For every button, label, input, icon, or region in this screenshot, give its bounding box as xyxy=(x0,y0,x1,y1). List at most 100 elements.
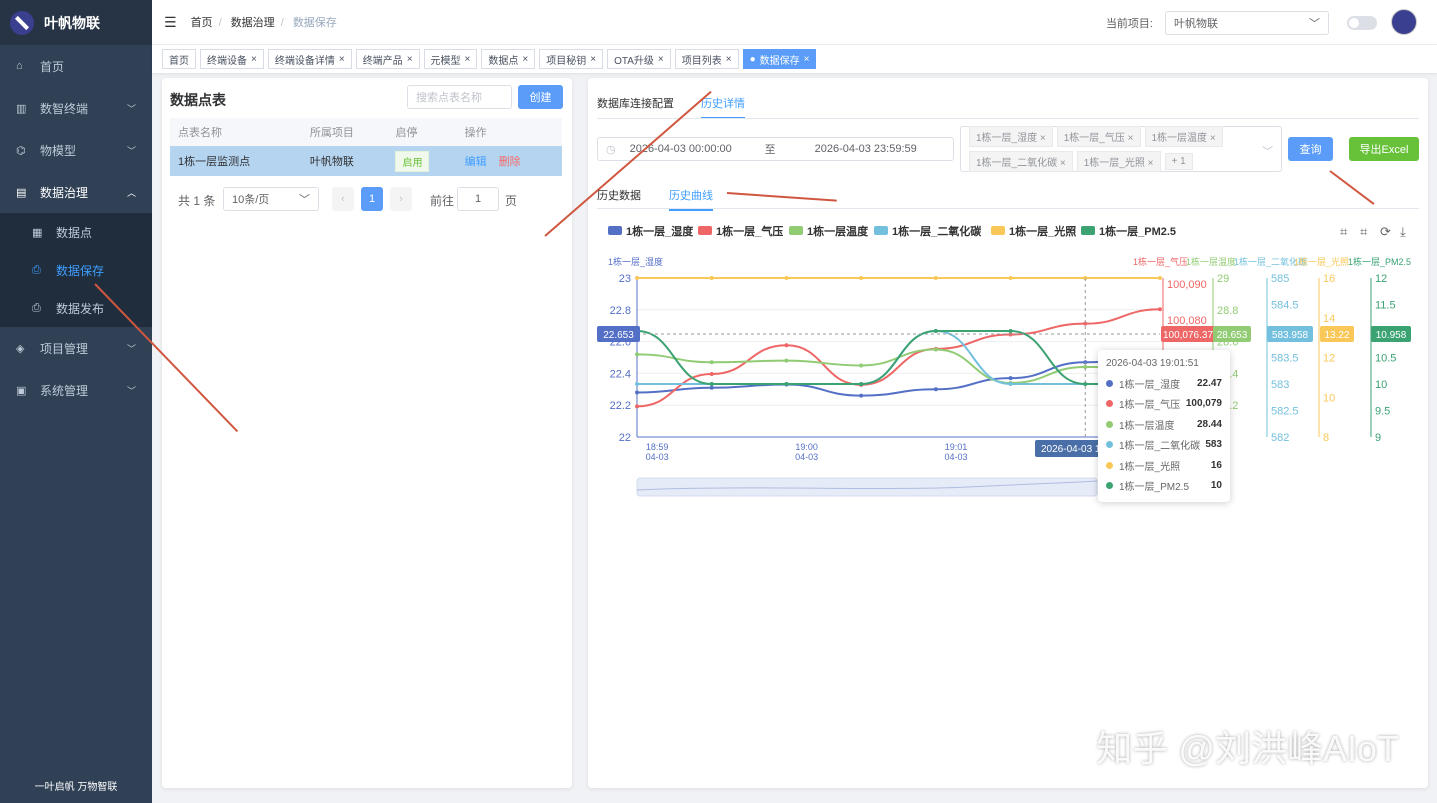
sidebar-item-model[interactable]: ⌬ 物模型 ﹀ xyxy=(0,129,152,171)
search-input[interactable]: 搜索点表名称 xyxy=(407,85,512,109)
x-tick-label: 04-03 xyxy=(795,452,818,462)
create-button[interactable]: 创建 xyxy=(518,85,563,109)
tag-item[interactable]: 项目秘钥 × xyxy=(539,49,604,69)
sidebar-item-data-governance[interactable]: ▤ 数据治理 ︿ xyxy=(0,171,152,213)
y-tick-label: 23 xyxy=(619,273,631,285)
close-icon[interactable]: × xyxy=(1210,133,1216,144)
tag-label: 终端设备 xyxy=(207,55,247,67)
slogan: 一叶启帆 万物智联 xyxy=(34,782,118,793)
sidebar-item-data-save[interactable]: ⎙ 数据保存 xyxy=(0,251,152,289)
column-header: 启停 xyxy=(387,118,457,146)
close-icon[interactable]: × xyxy=(407,54,413,65)
theme-toggle[interactable] xyxy=(1347,16,1377,30)
end-date[interactable]: 2026-04-03 23:59:59 xyxy=(815,143,917,155)
close-icon[interactable]: × xyxy=(804,54,810,65)
sidebar-item-home[interactable]: ⌂ 首页 xyxy=(0,45,152,87)
selected-series-chip[interactable]: 1栋一层_二氧化碳 × xyxy=(969,151,1073,172)
selected-series-chip[interactable]: + 1 xyxy=(1164,153,1193,170)
series-dot-icon xyxy=(1106,420,1113,428)
breadcrumb-item[interactable]: 首页 xyxy=(191,17,213,29)
tag-label: OTA升级 xyxy=(614,55,654,67)
tag-item[interactable]: 数据点 × xyxy=(481,49,536,69)
status-badge: 启用 xyxy=(395,150,430,172)
data-point xyxy=(709,360,714,365)
cell-name: 1栋一层监测点 xyxy=(170,146,302,176)
history-chart[interactable]: 1栋一层_湿度 1栋一层_气压 1栋一层温度 1栋一层_二氧化碳 1栋一层_光照 1栋一层… xyxy=(588,215,1428,515)
y-tick-label: 10 xyxy=(1323,392,1335,404)
tag-item[interactable]: 终端设备 × xyxy=(200,49,264,69)
tag-item[interactable]: 终端设备详情 × xyxy=(267,49,352,69)
sidebar-item-system[interactable]: ▣ 系统管理 ﹀ xyxy=(0,369,152,411)
sidebar-item-terminal[interactable]: ▥ 数智终端 ﹀ xyxy=(0,87,152,129)
menu-toggle-icon[interactable]: ☰ xyxy=(164,14,177,31)
document-icon: ▤ xyxy=(16,186,27,199)
app-name: 叶帆物联 xyxy=(44,14,100,31)
breadcrumb-item[interactable]: 数据治理 xyxy=(231,17,275,29)
tag-item[interactable]: 项目列表 × xyxy=(674,49,739,69)
y-axis-name: 1栋一层_气压 xyxy=(1133,256,1188,267)
close-icon[interactable]: × xyxy=(522,54,528,65)
goto-page-input[interactable]: 1 xyxy=(457,187,499,211)
chevron-down-icon: ﹀ xyxy=(126,343,136,354)
close-icon[interactable]: × xyxy=(339,54,345,65)
date-range-picker[interactable]: ◷ 2026-04-03 00:00:00 至 2026-04-03 23:59… xyxy=(597,137,954,161)
close-icon[interactable]: × xyxy=(1040,133,1046,144)
page-size-select[interactable]: 10条/页 ﹀ xyxy=(223,187,319,211)
data-point xyxy=(1008,276,1013,280)
export-excel-button[interactable]: 导出Excel xyxy=(1349,137,1419,161)
close-icon[interactable]: × xyxy=(1128,133,1134,144)
data-point xyxy=(1008,329,1013,333)
close-icon[interactable]: × xyxy=(658,54,664,65)
tag-item[interactable]: OTA升级 × xyxy=(607,49,671,69)
delete-link[interactable]: 删除 xyxy=(499,156,521,168)
close-icon[interactable]: × xyxy=(590,54,596,65)
model-icon: ⌬ xyxy=(16,144,26,157)
app-logo[interactable]: 叶帆物联 xyxy=(0,0,152,45)
cell-project: 叶帆物联 xyxy=(301,146,388,176)
series-dot-icon xyxy=(1106,379,1113,387)
close-icon[interactable]: × xyxy=(251,54,257,65)
next-page-button[interactable]: › xyxy=(390,187,412,211)
data-point xyxy=(784,358,789,363)
selected-series-chip[interactable]: 1栋一层_湿度 × xyxy=(969,126,1053,147)
tab-db-config[interactable]: 数据库连接配置 xyxy=(597,95,674,111)
data-point xyxy=(1008,382,1013,386)
prev-page-button[interactable]: ‹ xyxy=(332,187,354,211)
sidebar-item-project[interactable]: ◈ 项目管理 ﹀ xyxy=(0,327,152,369)
tag-item[interactable]: ● 数据保存 × xyxy=(742,49,817,69)
tag-item[interactable]: 终端产品 × xyxy=(355,49,420,69)
y-tick-label: 100,080 xyxy=(1167,315,1207,327)
data-point xyxy=(635,352,639,357)
selected-series-chip[interactable]: 1栋一层_气压 × xyxy=(1056,126,1141,147)
selected-series-chip[interactable]: 1栋一层_光照 × xyxy=(1076,151,1161,172)
tooltip-title: 2026-04-03 19:01:51 xyxy=(1106,358,1199,369)
table-row[interactable]: 1栋一层监测点 叶帆物联 启用 编辑 删除 xyxy=(170,146,562,176)
tooltip-series-name: 1栋一层_光照 xyxy=(1119,461,1181,473)
query-button[interactable]: 查询 xyxy=(1288,137,1333,161)
data-point xyxy=(859,363,864,368)
page-unit: 页 xyxy=(505,194,518,208)
sidebar-item-data-point[interactable]: ▦ 数据点 xyxy=(0,213,152,251)
tag-item[interactable]: 元模型 × xyxy=(423,49,478,69)
close-icon[interactable]: × xyxy=(726,54,732,65)
project-select[interactable]: 叶帆物联 ﹀ xyxy=(1165,11,1329,35)
y-tick-label: 585 xyxy=(1271,273,1289,285)
tag-item[interactable]: 首页 xyxy=(162,49,196,69)
y-tick-label: 9 xyxy=(1375,432,1381,444)
edit-link[interactable]: 编辑 xyxy=(465,156,487,168)
tooltip-value: 583 xyxy=(1205,439,1222,451)
legend-swatch xyxy=(1081,226,1095,235)
close-icon[interactable]: × xyxy=(465,54,471,65)
tab-history-data[interactable]: 历史数据 xyxy=(597,187,641,203)
series-multiselect[interactable]: 1栋一层_湿度 × 1栋一层_气压 × 1栋一层温度 × 1栋一层_二氧化碳 × 1栋一… xyxy=(960,126,1282,172)
x-tick-label: 19:01 xyxy=(945,442,968,452)
data-point xyxy=(635,404,639,409)
close-icon[interactable]: × xyxy=(1148,158,1154,169)
y-tick-label: 12 xyxy=(1375,273,1387,285)
x-tick-label: 04-03 xyxy=(945,452,968,462)
selected-series-chip[interactable]: 1栋一层温度 × xyxy=(1144,126,1223,147)
avatar[interactable] xyxy=(1391,9,1417,35)
tab-history-detail[interactable]: 历史详情 xyxy=(701,95,745,119)
page-button[interactable]: 1 xyxy=(361,187,383,211)
close-icon[interactable]: × xyxy=(1060,158,1066,169)
